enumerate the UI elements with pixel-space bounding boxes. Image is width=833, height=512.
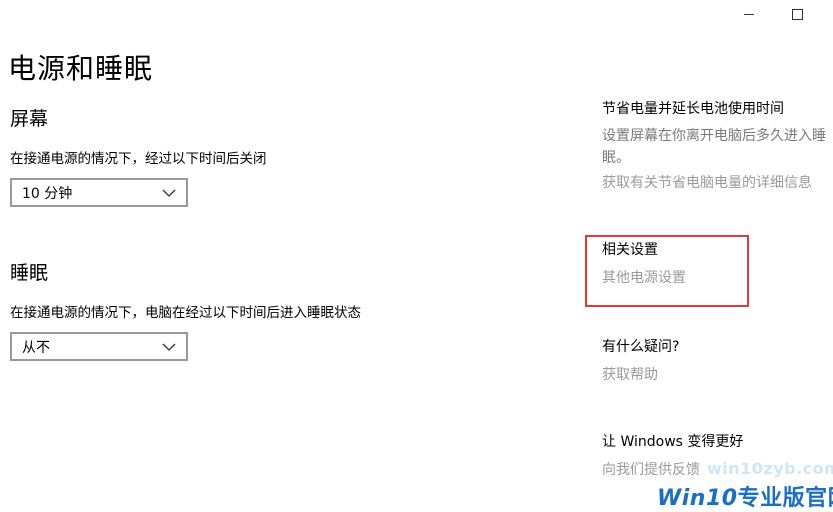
chevron-down-icon	[162, 343, 176, 351]
get-help-link[interactable]: 获取帮助	[602, 365, 658, 385]
page-title: 电源和睡眠	[8, 52, 154, 85]
screen-timeout-value: 10 分钟	[22, 185, 73, 202]
save-power-heading: 节省电量并延长电池使用时间	[602, 101, 784, 117]
minimize-icon	[744, 13, 754, 15]
save-power-link[interactable]: 获取有关节省电脑电量的详细信息	[602, 173, 812, 193]
feedback-heading: 让 Windows 变得更好	[602, 434, 744, 450]
questions-heading: 有什么疑问?	[602, 339, 680, 355]
screen-section-title: 屏幕	[10, 108, 49, 130]
maximize-icon	[791, 8, 803, 20]
maximize-button[interactable]	[785, 4, 809, 24]
screen-description: 在接通电源的情况下，经过以下时间后关闭	[10, 151, 267, 167]
save-power-text: 设置屏幕在你离开电脑后多久进入睡眠。	[602, 128, 826, 166]
chevron-down-icon	[162, 189, 176, 197]
minimize-button[interactable]	[737, 4, 761, 24]
watermark-logo: Win10专业版官网	[657, 480, 833, 512]
sleep-description: 在接通电源的情况下，电脑在经过以下时间后进入睡眠状态	[10, 305, 361, 321]
sleep-timeout-dropdown[interactable]: 从不	[10, 332, 188, 361]
watermark-brand-cn: 专业版官网	[737, 486, 833, 511]
sleep-timeout-value: 从不	[22, 339, 50, 356]
highlight-box	[585, 235, 749, 307]
watermark-brand-latin: Win10	[657, 486, 738, 511]
screen-timeout-dropdown[interactable]: 10 分钟	[10, 178, 188, 207]
sleep-section-title: 睡眠	[10, 262, 49, 284]
watermark-url: win10zyb.com	[707, 459, 833, 478]
feedback-link[interactable]: 向我们提供反馈	[602, 460, 700, 480]
